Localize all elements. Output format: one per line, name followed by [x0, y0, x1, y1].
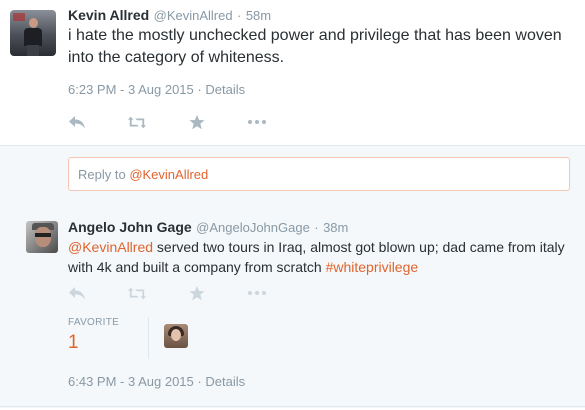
retweet-icon[interactable]	[128, 114, 146, 130]
header-separator: ·	[314, 220, 319, 235]
favoriter-avatar-face	[171, 329, 181, 341]
reply-mention: @KevinAllred	[129, 167, 209, 182]
tweet-mention-link[interactable]: @KevinAllred	[68, 239, 153, 255]
favorite-count[interactable]: 1	[68, 332, 79, 354]
avatar-sunglasses	[35, 233, 51, 237]
tweet-actions	[68, 285, 302, 301]
avatar-face	[35, 227, 51, 247]
tweet-text: @KevinAllred served two tours in Iraq, a…	[68, 237, 573, 277]
reply-icon[interactable]	[68, 114, 86, 130]
more-dots-icon[interactable]	[248, 285, 266, 301]
tweet-age[interactable]: 58m	[246, 8, 271, 23]
details-link[interactable]: Details	[205, 82, 245, 97]
retweet-icon[interactable]	[128, 285, 146, 301]
tweet-text: i hate the mostly unchecked power and pr…	[68, 27, 562, 66]
tweet-meta: 6:43 PM - 3 Aug 2015 · Details	[68, 374, 245, 389]
reply-prefix: Reply to	[78, 167, 130, 182]
favorite-label: FAVORITE	[68, 317, 120, 328]
favorite-star-icon[interactable]	[188, 285, 206, 301]
author-handle[interactable]: @AngeloJohnGage	[196, 220, 310, 235]
reply-section: Reply to @KevinAllred	[0, 145, 585, 209]
details-link[interactable]: Details	[205, 374, 245, 389]
kevin-allred-avatar[interactable]	[10, 10, 56, 56]
meta-separator: ·	[197, 82, 202, 97]
avatar-figure-legs	[27, 45, 39, 56]
angelo-john-gage-avatar[interactable]	[26, 221, 58, 253]
tweet-timestamp[interactable]: 6:23 PM - 3 Aug 2015	[68, 82, 194, 97]
author-handle[interactable]: @KevinAllred	[154, 8, 233, 23]
more-dots-icon[interactable]	[248, 114, 266, 130]
meta-separator: ·	[197, 374, 202, 389]
author-name[interactable]: Kevin Allred	[68, 7, 149, 23]
tweet-age[interactable]: 38m	[323, 220, 348, 235]
tweet-meta: 6:23 PM - 3 Aug 2015 · Details	[68, 82, 245, 97]
tweet-timestamp[interactable]: 6:43 PM - 3 Aug 2015	[68, 374, 194, 389]
reply-icon[interactable]	[68, 285, 86, 301]
author-name[interactable]: Angelo John Gage	[68, 219, 192, 235]
avatar-figure-head	[29, 18, 38, 28]
favorite-star-icon[interactable]	[188, 114, 206, 130]
divider	[0, 406, 585, 407]
tweet-header: Kevin Allred @KevinAllred · 58m	[68, 7, 271, 25]
tweet-header: Angelo John Gage @AngeloJohnGage · 38m	[68, 219, 348, 237]
avatar-flag-shape	[13, 13, 25, 21]
header-separator: ·	[237, 8, 242, 23]
reply-input[interactable]: Reply to @KevinAllred	[68, 157, 570, 191]
stats-divider	[148, 317, 149, 359]
tweet-actions	[68, 114, 302, 130]
avatar-figure-body	[24, 28, 42, 46]
favorite-stats: FAVORITE 1	[68, 317, 573, 359]
hashtag-link[interactable]: #whiteprivilege	[326, 259, 419, 275]
tweet-angelo-john-gage: Angelo John Gage @AngeloJohnGage · 38m @…	[0, 208, 585, 408]
favoriter-avatar[interactable]	[164, 324, 188, 348]
tweet-kevin-allred: Kevin Allred @KevinAllred · 58m i hate t…	[0, 0, 585, 145]
